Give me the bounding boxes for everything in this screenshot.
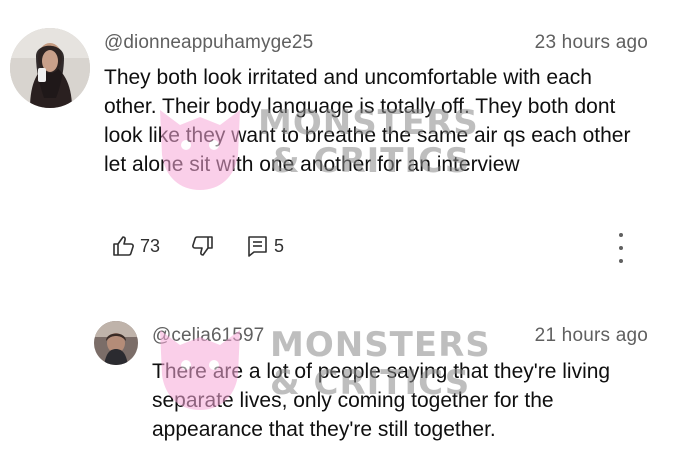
comment-icon	[248, 236, 267, 257]
avatar[interactable]	[10, 28, 90, 108]
comment-meta: @celia61597 21 hours ago	[152, 325, 648, 347]
like-button[interactable]: 73	[112, 234, 160, 258]
thumbs-up-icon	[113, 236, 134, 256]
reply-button[interactable]: 5	[246, 234, 284, 258]
avatar-image	[10, 28, 90, 108]
comment-text: There are a lot of people saying that th…	[152, 360, 611, 441]
more-vert-icon	[619, 233, 623, 237]
comment-1: @dionneappuhamyge25 23 hours ago They bo…	[0, 0, 680, 290]
comment-timestamp[interactable]: 21 hours ago	[535, 325, 648, 347]
comment-text: They both look irritated and uncomfortab…	[104, 66, 631, 176]
like-count: 73	[140, 235, 161, 256]
comment-author[interactable]: @dionneappuhamyge25	[104, 32, 313, 54]
more-options-button[interactable]	[611, 233, 631, 263]
comment-actions: 73 5	[112, 234, 314, 258]
comment-meta: @dionneappuhamyge25 23 hours ago	[104, 32, 648, 54]
thumbs-down-icon	[192, 236, 213, 256]
reply-count: 5	[274, 235, 285, 256]
avatar-image	[94, 321, 138, 365]
comment-author[interactable]: @celia61597	[152, 325, 264, 347]
comment-timestamp[interactable]: 23 hours ago	[535, 32, 648, 54]
avatar[interactable]	[94, 321, 138, 365]
comment-2: @celia61597 21 hours ago There are a lot…	[0, 300, 680, 457]
dislike-button[interactable]	[190, 234, 214, 258]
